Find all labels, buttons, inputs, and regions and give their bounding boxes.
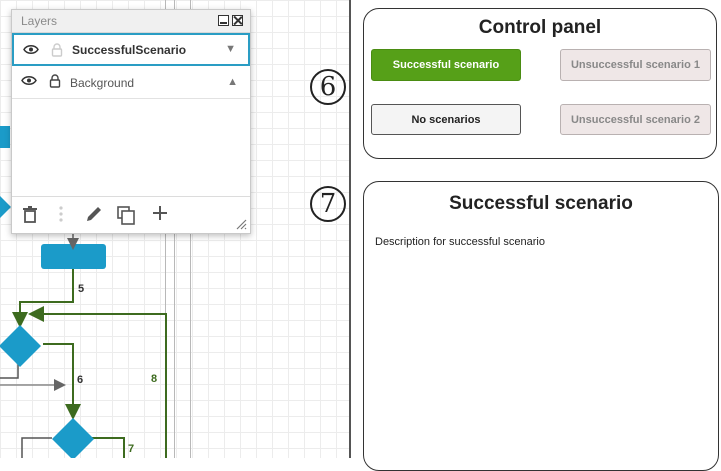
edit-layer-icon[interactable]	[85, 205, 103, 223]
move-layer-up-icon[interactable]: ▲	[227, 76, 238, 88]
highlight-edge	[92, 437, 125, 458]
scenario-panel-title: Successful scenario	[449, 193, 633, 214]
duplicate-layer-icon[interactable]	[116, 205, 136, 225]
move-layer-down-icon[interactable]: ▼	[225, 43, 236, 55]
minimize-icon[interactable]	[218, 15, 229, 26]
eye-icon[interactable]	[23, 44, 39, 55]
highlight-edge	[12, 269, 74, 328]
process-node[interactable]	[41, 244, 106, 269]
edge-label: 6	[77, 374, 83, 386]
lock-icon[interactable]	[51, 43, 63, 57]
layer-name: Background	[70, 76, 135, 90]
layer-row-successful-scenario[interactable]: SuccessfulScenario ▼	[12, 33, 250, 66]
layers-toolbar	[12, 196, 250, 233]
resize-handle-icon[interactable]	[235, 218, 247, 230]
step-marker: 7	[310, 186, 346, 222]
edge-label: 8	[151, 373, 157, 385]
layer-name: SuccessfulScenario	[72, 43, 187, 57]
process-node[interactable]	[0, 126, 10, 148]
no-scenarios-button[interactable]: No scenarios	[371, 104, 521, 135]
edge-label: 5	[78, 283, 84, 295]
edge-label: 7	[128, 443, 134, 455]
control-panel: Control panel Successful scenario Unsucc…	[363, 8, 717, 159]
layers-panel-header[interactable]: Layers	[12, 10, 250, 33]
decision-node[interactable]	[0, 190, 11, 224]
edge	[21, 437, 52, 458]
eye-icon[interactable]	[21, 75, 37, 86]
successful-scenario-button[interactable]: Successful scenario	[371, 49, 521, 81]
decision-node[interactable]	[0, 325, 41, 367]
layers-panel-title: Layers	[21, 14, 58, 28]
delete-layer-icon[interactable]	[22, 205, 38, 223]
control-panel-title: Control panel	[478, 17, 602, 38]
scenario-description: Description for successful scenario	[375, 236, 545, 248]
add-layer-icon[interactable]	[152, 205, 168, 221]
diagram-canvas[interactable]: 5 6 8 7 Layers SuccessfulScenario ▼ Back…	[0, 0, 351, 458]
unsuccessful-scenario-2-button[interactable]: Unsuccessful scenario 2	[560, 104, 711, 135]
more-options-icon[interactable]	[59, 205, 63, 223]
unsuccessful-scenario-1-button[interactable]: Unsuccessful scenario 1	[560, 49, 711, 81]
scenario-panel: Successful scenario Description for succ…	[363, 181, 719, 471]
layer-row-background[interactable]: Background ▲	[12, 66, 250, 99]
step-marker: 6	[310, 69, 346, 105]
highlight-edge	[43, 343, 81, 420]
lock-icon[interactable]	[49, 74, 61, 88]
edge	[0, 362, 19, 379]
decision-node[interactable]	[52, 418, 94, 458]
layers-panel: Layers SuccessfulScenario ▼ Background ▲	[11, 9, 251, 234]
close-icon[interactable]	[232, 15, 243, 26]
